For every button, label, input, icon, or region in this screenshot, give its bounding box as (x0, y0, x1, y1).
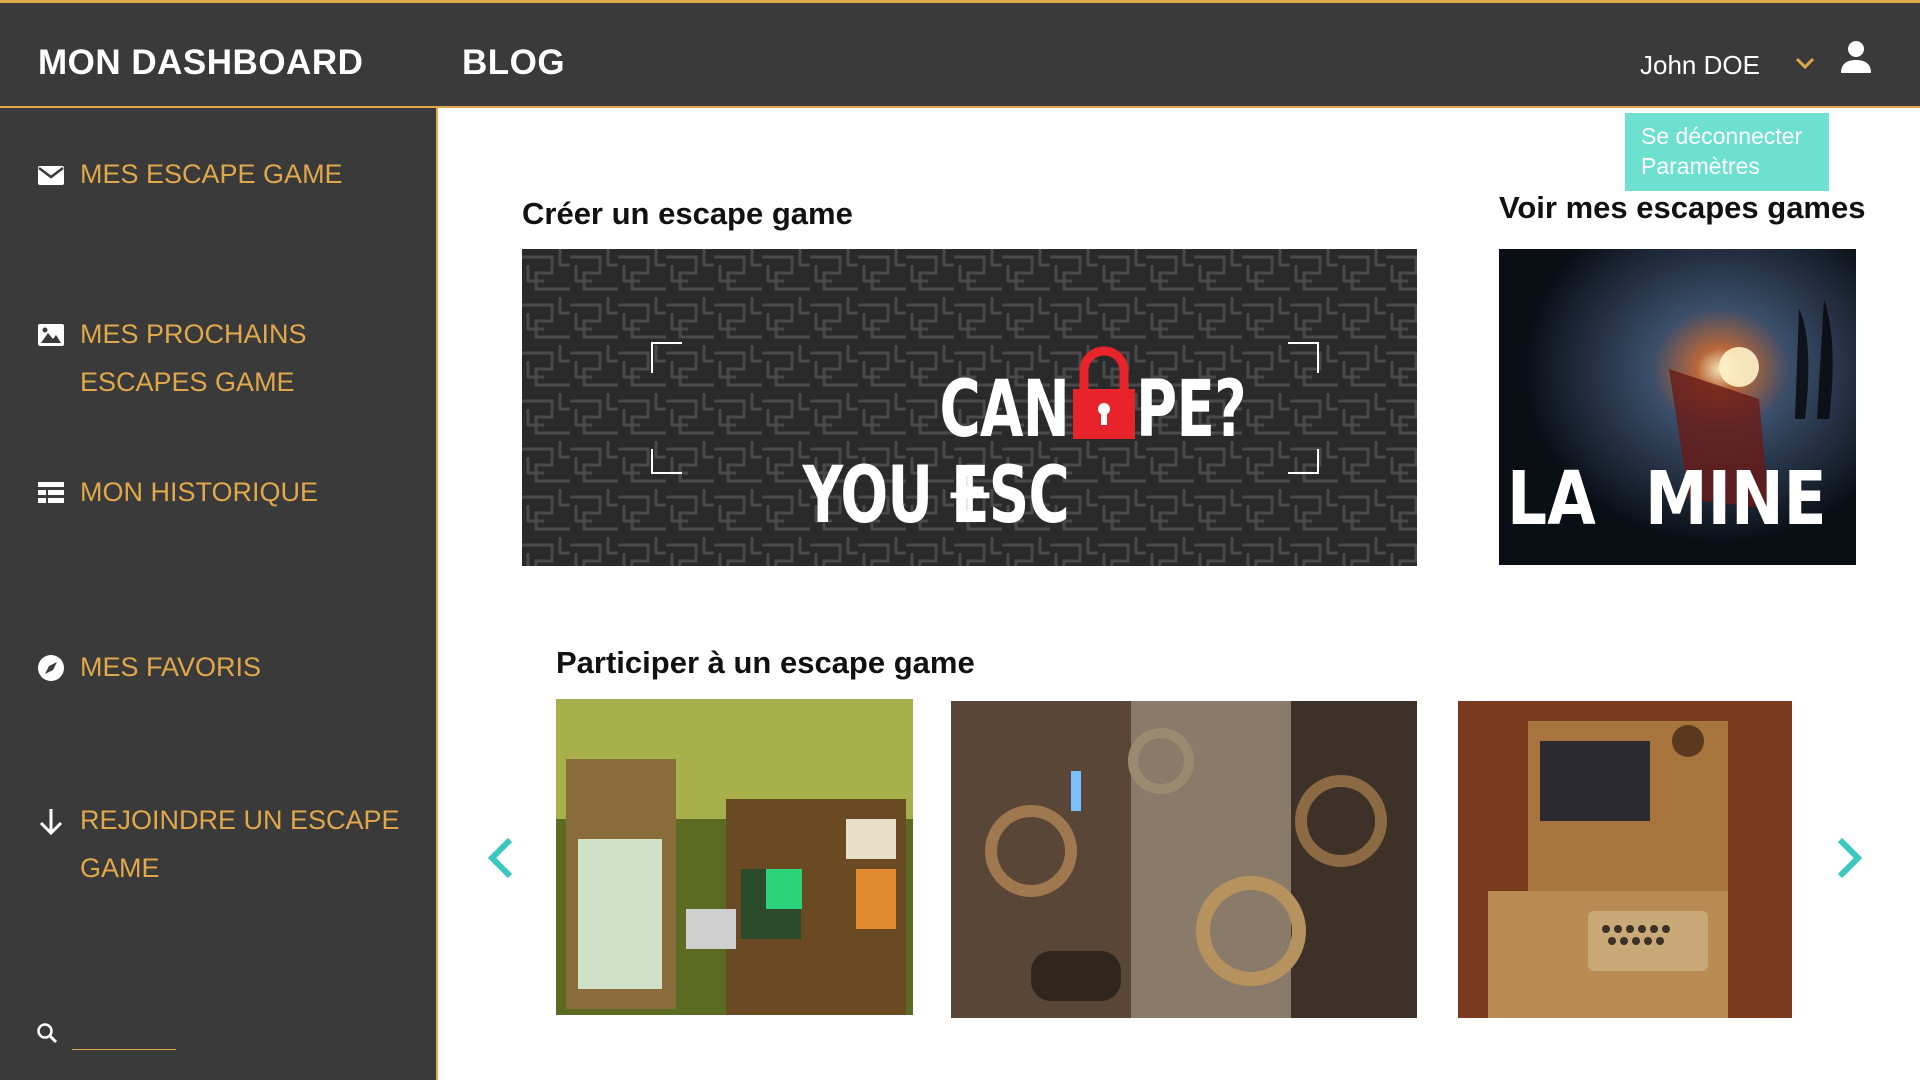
view-escapes-title: Voir mes escapes games (1499, 190, 1866, 225)
sidebar-item-mes-favoris[interactable]: MES FAVORIS (36, 649, 430, 691)
sidebar-item-label: MES FAVORIS (80, 652, 262, 682)
carousel-prev-arrow-icon[interactable] (484, 834, 518, 882)
la-mine-title-a: LA (1507, 456, 1596, 542)
sidebar-item-mes-escape-game[interactable]: MES ESCAPE GAME (36, 156, 430, 198)
settings-menu-item[interactable]: Paramètres (1641, 151, 1813, 181)
carousel-next-arrow-icon[interactable] (1832, 834, 1866, 882)
user-name[interactable]: John DOE (1640, 50, 1760, 81)
image-icon (38, 324, 64, 346)
compass-icon (38, 655, 64, 681)
sidebar-item-label: REJOINDRE UN ESCAPE GAME (80, 805, 400, 883)
la-mine-title-b: MINE (1645, 456, 1827, 542)
banner-title-end: PE? (1136, 365, 1247, 455)
sidebar: MES ESCAPE GAME MES PROCHAINS ESCAPES GA… (0, 108, 438, 1080)
escape-room-photo-gears[interactable] (951, 701, 1417, 1018)
sidebar-item-label: MES ESCAPE GAME (80, 159, 343, 189)
search-input[interactable] (72, 1049, 176, 1050)
blog-link[interactable]: BLOG (462, 43, 565, 83)
user-icon[interactable] (1838, 39, 1874, 75)
create-escape-title: Créer un escape game (522, 196, 853, 231)
sidebar-item-rejoindre[interactable]: REJOINDRE UN ESCAPE GAME (36, 802, 430, 892)
logout-menu-item[interactable]: Se déconnecter (1641, 121, 1813, 151)
view-escapes-card[interactable]: LA MINE (1499, 249, 1856, 565)
create-escape-card[interactable]: CAN YOU ESC PE? + (522, 249, 1417, 566)
dashboard-link[interactable]: MON DASHBOARD (38, 43, 363, 83)
escape-room-photo-lab[interactable] (556, 699, 913, 1015)
create-plus-icon[interactable]: + (938, 455, 1002, 535)
user-dropdown-menu: Se déconnecter Paramètres (1625, 113, 1829, 191)
banner-title-start: CAN YOU ESC (802, 365, 1069, 541)
sidebar-item-mon-historique[interactable]: MON HISTORIQUE (36, 474, 430, 516)
sidebar-item-label: MES PROCHAINS ESCAPES GAME (80, 319, 307, 397)
arrow-down-icon (39, 809, 63, 836)
search-icon[interactable] (36, 1022, 58, 1044)
list-icon (38, 482, 64, 503)
chevron-down-icon[interactable] (1792, 53, 1818, 73)
sidebar-item-mes-prochains[interactable]: MES PROCHAINS ESCAPES GAME (36, 316, 430, 406)
top-navbar: MON DASHBOARD BLOG John DOE (0, 0, 1920, 108)
envelope-icon (38, 166, 64, 185)
escape-room-photo-typewriter[interactable] (1458, 701, 1792, 1018)
search-box[interactable] (36, 1022, 176, 1050)
sidebar-item-label: MON HISTORIQUE (80, 477, 319, 507)
join-escape-title: Participer à un escape game (556, 645, 975, 680)
